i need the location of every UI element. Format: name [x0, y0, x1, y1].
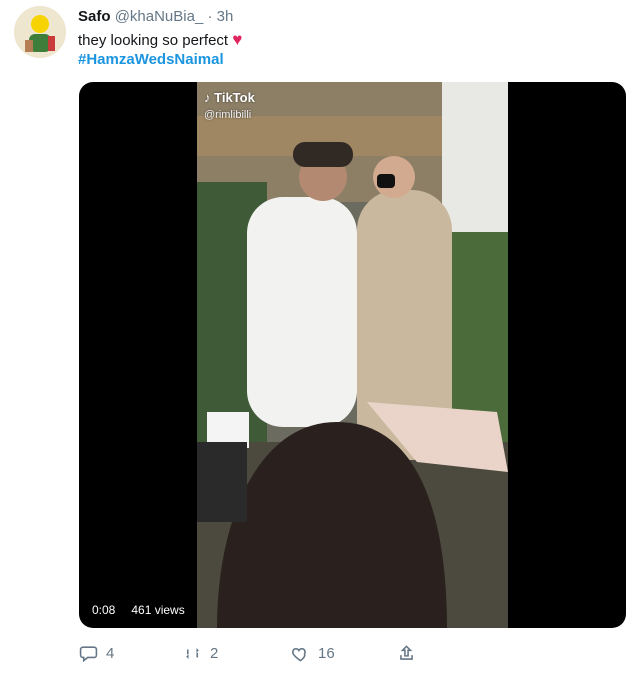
tiktok-username: @rimlibilli	[204, 109, 252, 121]
video-duration: 0:08	[86, 600, 122, 620]
video-thumbnail	[197, 82, 508, 628]
video-frame[interactable]: ♪ TikTok @rimlibilli	[197, 82, 508, 628]
like-count: 16	[318, 645, 335, 662]
reply-button[interactable]: 4	[79, 644, 114, 663]
tweet-text: they looking so perfect ♥	[78, 30, 242, 51]
separator-dot: ·	[207, 8, 213, 25]
reply-count: 4	[106, 645, 115, 662]
tweet-actions: 4 2 16	[79, 644, 439, 668]
video-player[interactable]: ♪ TikTok @rimlibilli 0:08 461 views	[79, 82, 626, 628]
share-button[interactable]	[397, 644, 416, 663]
heart-emoji: ♥	[232, 30, 243, 49]
tweet-header: Safo @khaNuBia_ · 3h	[78, 8, 233, 26]
heart-icon	[292, 647, 306, 662]
share-icon	[400, 645, 413, 660]
tweet-card: Safo @khaNuBia_ · 3h they looking so per…	[0, 0, 640, 674]
video-badges: 0:08 461 views	[86, 600, 191, 620]
author-name[interactable]: Safo	[78, 8, 111, 25]
retweet-button[interactable]: 2	[183, 644, 218, 663]
reply-icon	[79, 646, 98, 663]
tweet-time[interactable]: 3h	[217, 8, 234, 25]
author-handle[interactable]: @khaNuBia_	[115, 8, 204, 25]
tiktok-watermark: ♪ TikTok	[204, 90, 255, 105]
like-button[interactable]: 16	[291, 644, 335, 663]
view-count: 461 views	[125, 600, 191, 620]
tweet-body: they looking so perfect	[78, 32, 229, 49]
retweet-icon	[186, 647, 199, 660]
tiktok-icon: ♪	[204, 90, 211, 105]
hashtag-link[interactable]: #HamzaWedsNaimal	[78, 51, 224, 68]
tiktok-brand: TikTok	[214, 90, 255, 105]
retweet-count: 2	[210, 645, 219, 662]
avatar[interactable]	[14, 6, 66, 58]
